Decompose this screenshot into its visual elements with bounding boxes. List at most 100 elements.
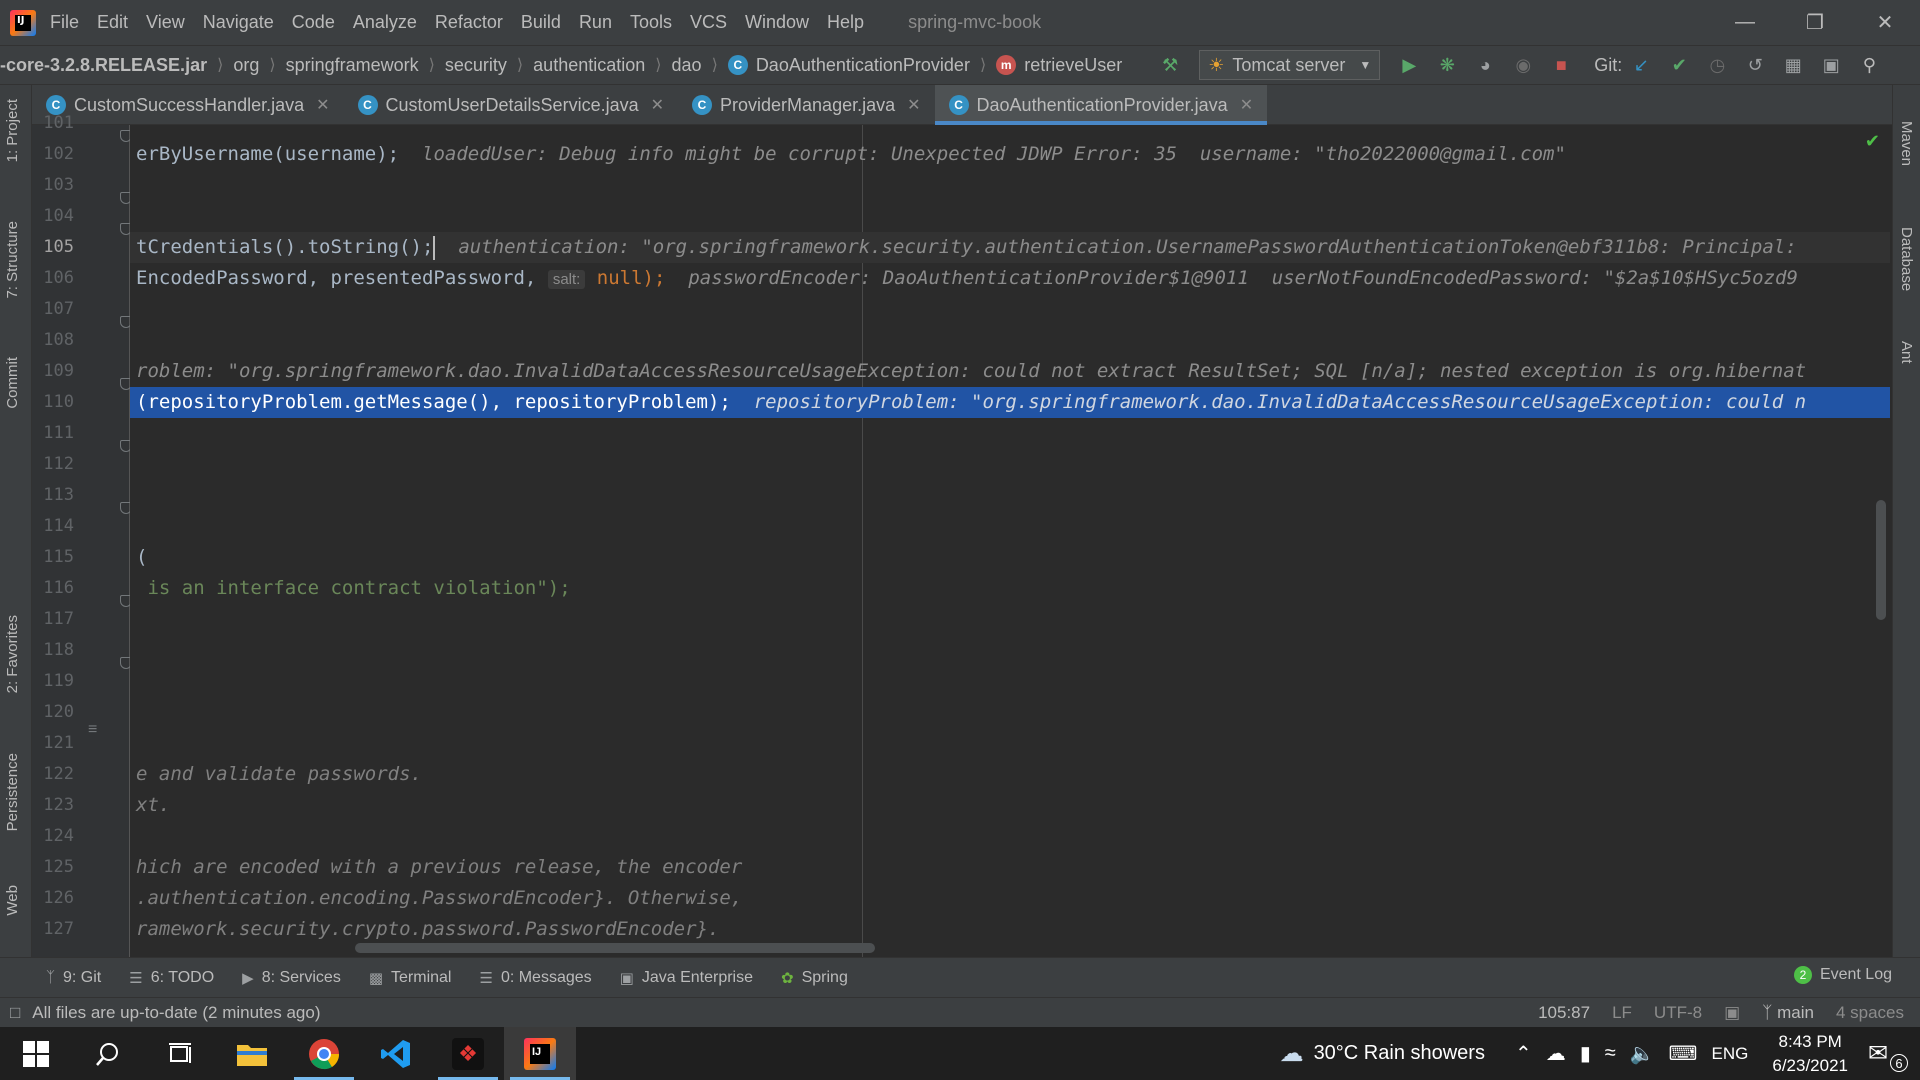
windows-start-icon[interactable] bbox=[0, 1027, 72, 1080]
breadcrumb-security[interactable]: security bbox=[445, 55, 507, 76]
menu-file[interactable]: File bbox=[50, 12, 79, 33]
tool-tab-persistence[interactable]: Persistence bbox=[4, 753, 21, 831]
menu-window[interactable]: Window bbox=[745, 12, 809, 33]
menu-tools[interactable]: Tools bbox=[630, 12, 672, 33]
tool-todo[interactable]: ☰ 6: TODO bbox=[129, 969, 214, 987]
tool-tab-maven[interactable]: Maven bbox=[1898, 121, 1915, 166]
code-line-125[interactable]: .authentication.encoding.PasswordEncoder… bbox=[130, 883, 1890, 914]
tab-dao-authentication-provider[interactable]: C DaoAuthenticationProvider.java ✕ bbox=[934, 85, 1268, 125]
breadcrumb-method[interactable]: m retrieveUser bbox=[996, 55, 1122, 76]
menu-run[interactable]: Run bbox=[579, 12, 612, 33]
vertical-scrollbar[interactable] bbox=[1876, 500, 1886, 620]
tool-terminal[interactable]: ▩ Terminal bbox=[369, 969, 452, 987]
close-tab-icon[interactable]: ✕ bbox=[651, 95, 664, 115]
line-separator[interactable]: LF bbox=[1612, 1003, 1632, 1023]
menu-code[interactable]: Code bbox=[292, 12, 335, 33]
tool-services[interactable]: ▶ 8: Services bbox=[242, 969, 341, 987]
code-line-105[interactable]: tCredentials().toString(); authenticatio… bbox=[130, 232, 1890, 263]
chevron-up-icon[interactable]: ⌃ bbox=[1515, 1041, 1532, 1066]
code-line-124[interactable]: hich are encoded with a previous release… bbox=[130, 852, 1890, 883]
clock[interactable]: 8:43 PM 6/23/2021 bbox=[1772, 1030, 1848, 1078]
file-encoding[interactable]: UTF-8 bbox=[1654, 1003, 1702, 1023]
git-commit-icon[interactable]: ✔ bbox=[1665, 51, 1693, 79]
close-tab-icon[interactable]: ✕ bbox=[907, 95, 920, 115]
close-tab-icon[interactable]: ✕ bbox=[316, 95, 329, 115]
code-line-102[interactable]: erByUsername(username); loadedUser: Debu… bbox=[130, 139, 1890, 170]
doc-comment-icon[interactable]: ≡ bbox=[88, 721, 97, 739]
menu-view[interactable]: View bbox=[146, 12, 185, 33]
tool-tab-web[interactable]: Web bbox=[4, 885, 21, 916]
code-line-122[interactable]: xt. bbox=[130, 790, 1890, 821]
caret-position[interactable]: 105:87 bbox=[1538, 1003, 1590, 1023]
app-red-icon[interactable]: ❖ bbox=[432, 1027, 504, 1080]
rollback-icon[interactable]: ↺ bbox=[1741, 51, 1769, 79]
debug-icon[interactable]: ❋ bbox=[1433, 51, 1461, 79]
intellij-taskbar-icon[interactable]: IJ bbox=[504, 1027, 576, 1080]
breadcrumb-class[interactable]: C DaoAuthenticationProvider bbox=[727, 55, 970, 76]
build-hammer-icon[interactable]: ⚒ bbox=[1156, 51, 1184, 79]
task-view-icon[interactable] bbox=[144, 1027, 216, 1080]
menu-build[interactable]: Build bbox=[521, 12, 561, 33]
close-tab-icon[interactable]: ✕ bbox=[1240, 95, 1253, 115]
onedrive-icon[interactable]: ☁ bbox=[1546, 1041, 1566, 1066]
breadcrumb-org[interactable]: org bbox=[233, 55, 259, 76]
file-explorer-icon[interactable] bbox=[216, 1027, 288, 1080]
code-line-114[interactable]: ( bbox=[130, 542, 1890, 573]
code-line-115[interactable]: is an interface contract violation"); bbox=[130, 573, 1890, 604]
indent-setting[interactable]: 4 spaces bbox=[1836, 1003, 1904, 1023]
tool-tab-project[interactable]: 1: Project bbox=[4, 99, 21, 162]
code-editor[interactable]: erByUsername(username); loadedUser: Debu… bbox=[130, 125, 1890, 957]
tool-tab-database[interactable]: Database bbox=[1898, 227, 1915, 291]
weather-text[interactable]: 30°C Rain showers bbox=[1314, 1042, 1485, 1065]
keyboard-icon[interactable]: ⌨ bbox=[1669, 1041, 1698, 1066]
minimize-icon[interactable]: — bbox=[1710, 0, 1780, 45]
tab-provider-manager[interactable]: C ProviderManager.java ✕ bbox=[678, 85, 935, 125]
breadcrumb-authentication[interactable]: authentication bbox=[533, 55, 645, 76]
tool-git[interactable]: ᛉ 9: Git bbox=[46, 969, 101, 987]
coverage-icon[interactable]: ◕ bbox=[1471, 51, 1499, 79]
menu-refactor[interactable]: Refactor bbox=[435, 12, 503, 33]
tool-messages[interactable]: ☰ 0: Messages bbox=[479, 969, 591, 987]
tool-tab-favorites[interactable]: 2: Favorites bbox=[4, 615, 21, 693]
project-structure-icon[interactable]: ▦ bbox=[1779, 51, 1807, 79]
git-update-icon[interactable]: ↙ bbox=[1627, 51, 1655, 79]
code-line-121[interactable]: e and validate passwords. bbox=[130, 759, 1890, 790]
chrome-icon[interactable] bbox=[288, 1027, 360, 1080]
menu-vcs[interactable]: VCS bbox=[690, 12, 727, 33]
code-line-109[interactable]: roblem: "org.springframework.dao.Invalid… bbox=[130, 356, 1890, 387]
search-icon[interactable] bbox=[72, 1027, 144, 1080]
notification-center[interactable]: ✉ 6 bbox=[1868, 1039, 1908, 1072]
breadcrumb-springframework[interactable]: springframework bbox=[286, 55, 419, 76]
wifi-icon[interactable]: ≈ bbox=[1605, 1042, 1616, 1065]
tab-custom-user-details-service[interactable]: C CustomUserDetailsService.java ✕ bbox=[344, 85, 679, 125]
code-line-110-execution-point[interactable]: (repositoryProblem.getMessage(), reposit… bbox=[130, 387, 1890, 418]
editor-gutter[interactable]: 101 102 103 104 105 106 107 108 109 110 … bbox=[32, 113, 132, 957]
battery-icon[interactable]: ▮ bbox=[1580, 1041, 1591, 1066]
weather-cloud-icon[interactable]: ☁ bbox=[1280, 1039, 1304, 1068]
event-log-button[interactable]: 2 Event Log bbox=[1793, 966, 1892, 984]
menu-navigate[interactable]: Navigate bbox=[203, 12, 274, 33]
tool-java-enterprise[interactable]: ▣ Java Enterprise bbox=[620, 969, 753, 987]
tab-custom-success-handler[interactable]: C CustomSuccessHandler.java ✕ bbox=[32, 85, 344, 125]
close-icon[interactable]: ✕ bbox=[1850, 0, 1920, 45]
volume-icon[interactable]: 🔈 bbox=[1630, 1041, 1655, 1066]
code-line-106[interactable]: EncodedPassword, presentedPassword, salt… bbox=[130, 263, 1890, 294]
breadcrumb-dao[interactable]: dao bbox=[672, 55, 702, 76]
profile-icon[interactable]: ◉ bbox=[1509, 51, 1537, 79]
horizontal-scrollbar[interactable] bbox=[355, 943, 875, 953]
code-line-126[interactable]: ramework.security.crypto.password.Passwo… bbox=[130, 914, 1890, 945]
stop-icon[interactable]: ■ bbox=[1547, 51, 1575, 79]
tool-tab-commit[interactable]: Commit bbox=[4, 357, 21, 409]
git-branch[interactable]: ᛉ main bbox=[1762, 1003, 1814, 1023]
inspection-ok-icon[interactable]: ✔ bbox=[1865, 131, 1880, 152]
vscode-icon[interactable] bbox=[360, 1027, 432, 1080]
breadcrumb-jar[interactable]: -core-3.2.8.RELEASE.jar bbox=[0, 55, 207, 76]
run-icon[interactable]: ▶ bbox=[1395, 51, 1423, 79]
git-history-icon[interactable]: ◷ bbox=[1703, 51, 1731, 79]
menu-analyze[interactable]: Analyze bbox=[353, 12, 417, 33]
run-config-dropdown[interactable]: ☀ Tomcat server ▼ bbox=[1199, 50, 1381, 80]
menu-help[interactable]: Help bbox=[827, 12, 864, 33]
presentation-icon[interactable]: ▣ bbox=[1817, 51, 1845, 79]
lock-icon[interactable]: ▣ bbox=[1724, 1003, 1740, 1023]
language-indicator[interactable]: ENG bbox=[1712, 1044, 1749, 1064]
